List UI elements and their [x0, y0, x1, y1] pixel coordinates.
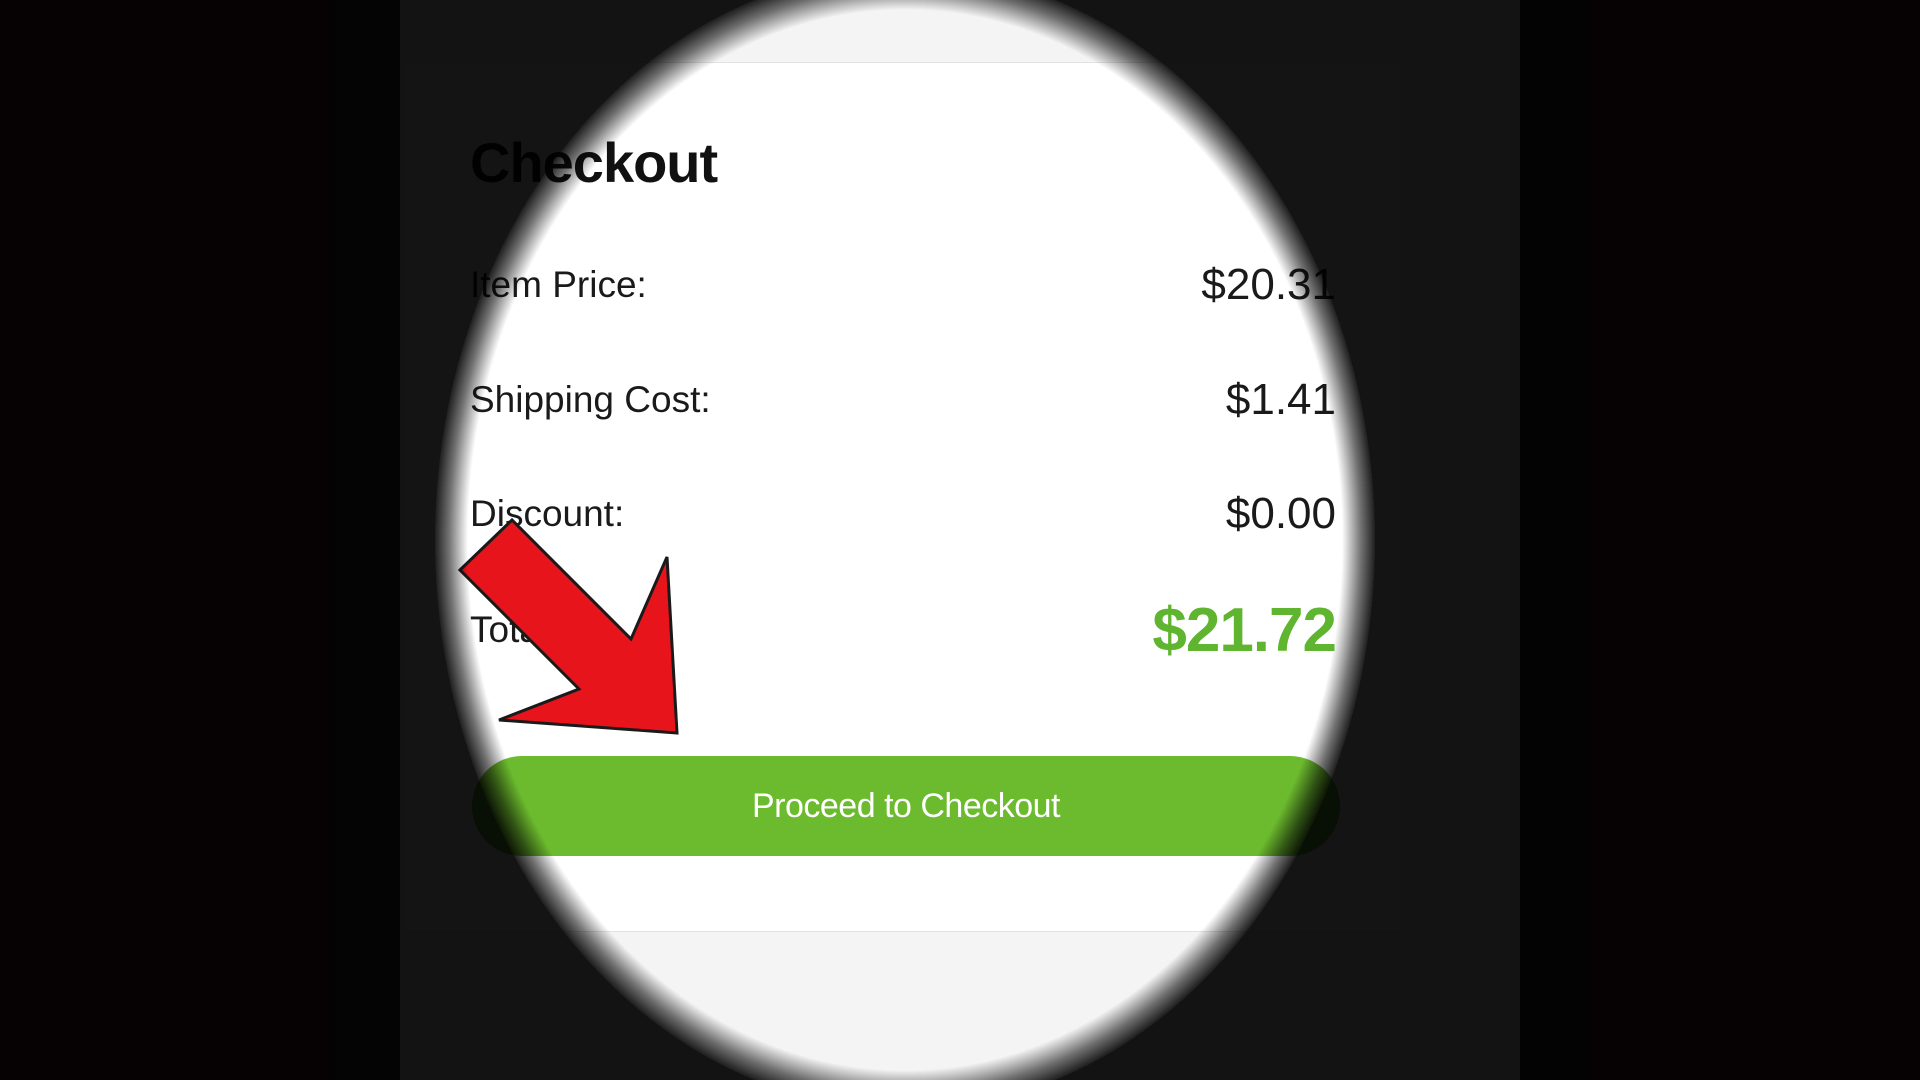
proceed-to-checkout-button[interactable]: Proceed to Checkout — [472, 756, 1340, 856]
dark-border-right — [1588, 0, 1920, 1080]
page-gutter-left — [330, 0, 400, 1080]
item-price-value: $20.31 — [1201, 260, 1336, 309]
discount-label: Discount: — [470, 493, 625, 534]
shipping-cost-label: Shipping Cost: — [470, 379, 711, 420]
discount-row: Discount: $0.00 — [470, 484, 1336, 544]
shipping-cost-value: $1.41 — [1225, 375, 1336, 424]
screen: Checkout Item Price: $20.31 Shipping Cos… — [0, 0, 1920, 1080]
discount-value: $0.00 — [1225, 489, 1336, 538]
total-label: Total: — [470, 609, 559, 650]
total-row: Total: $21.72 — [470, 595, 1337, 665]
dark-border-left — [0, 0, 330, 1080]
checkout-title: Checkout — [470, 131, 718, 194]
total-value: $21.72 — [1152, 595, 1337, 665]
item-price-row: Item Price: $20.31 — [470, 255, 1336, 315]
page-gutter-right — [1520, 0, 1588, 1080]
shipping-cost-row: Shipping Cost: $1.41 — [470, 370, 1336, 430]
item-price-label: Item Price: — [470, 264, 647, 305]
